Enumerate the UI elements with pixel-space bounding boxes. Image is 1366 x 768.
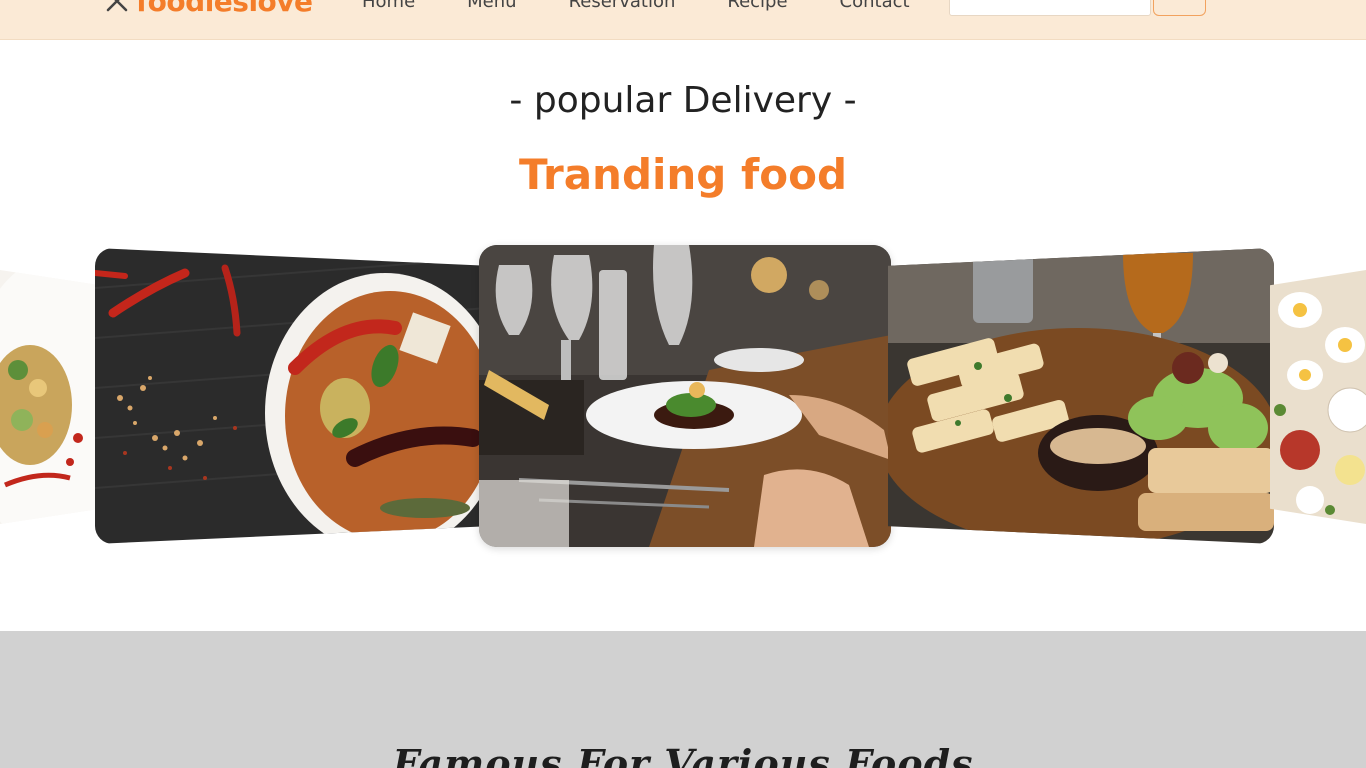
carousel-slide-restaurant[interactable] bbox=[479, 245, 891, 547]
carousel-slide-curry[interactable] bbox=[95, 248, 487, 544]
nav-recipe[interactable]: Recipe bbox=[727, 0, 787, 12]
nav-contact[interactable]: Contact bbox=[840, 0, 910, 12]
carousel-slide-bread-platter[interactable] bbox=[888, 248, 1274, 544]
bread-platter-image bbox=[888, 248, 1274, 544]
search-button[interactable] bbox=[1153, 0, 1206, 16]
brand-logo[interactable]: foodieslove bbox=[104, 0, 313, 18]
restaurant-table-image bbox=[479, 245, 891, 547]
famous-foods-title: Famous For Various Foods bbox=[392, 741, 974, 768]
food-carousel bbox=[0, 240, 1366, 560]
section-subtitle: - popular Delivery - bbox=[509, 80, 857, 121]
famous-foods-section: Famous For Various Foods bbox=[0, 631, 1366, 768]
nav-reservation[interactable]: Reservation bbox=[569, 0, 676, 12]
section-title: Tranding food bbox=[518, 150, 848, 199]
breakfast-spread-image bbox=[1270, 270, 1366, 524]
utensils-icon bbox=[106, 0, 128, 12]
hamburger-menu-icon[interactable] bbox=[1226, 0, 1246, 4]
top-navbar: foodieslove Home Menu Reservation Recipe… bbox=[0, 0, 1366, 40]
nav-home[interactable]: Home bbox=[362, 0, 415, 12]
search-input[interactable] bbox=[949, 0, 1151, 16]
carousel-slide-breakfast[interactable] bbox=[1270, 270, 1366, 524]
brand-name: foodieslove bbox=[136, 0, 313, 18]
main-nav: Home Menu Reservation Recipe Contact bbox=[362, 0, 962, 12]
salad-plate-image bbox=[0, 270, 100, 524]
nav-menu[interactable]: Menu bbox=[467, 0, 516, 12]
carousel-slide-salad[interactable] bbox=[0, 270, 100, 524]
curry-bowl-image bbox=[95, 248, 487, 544]
